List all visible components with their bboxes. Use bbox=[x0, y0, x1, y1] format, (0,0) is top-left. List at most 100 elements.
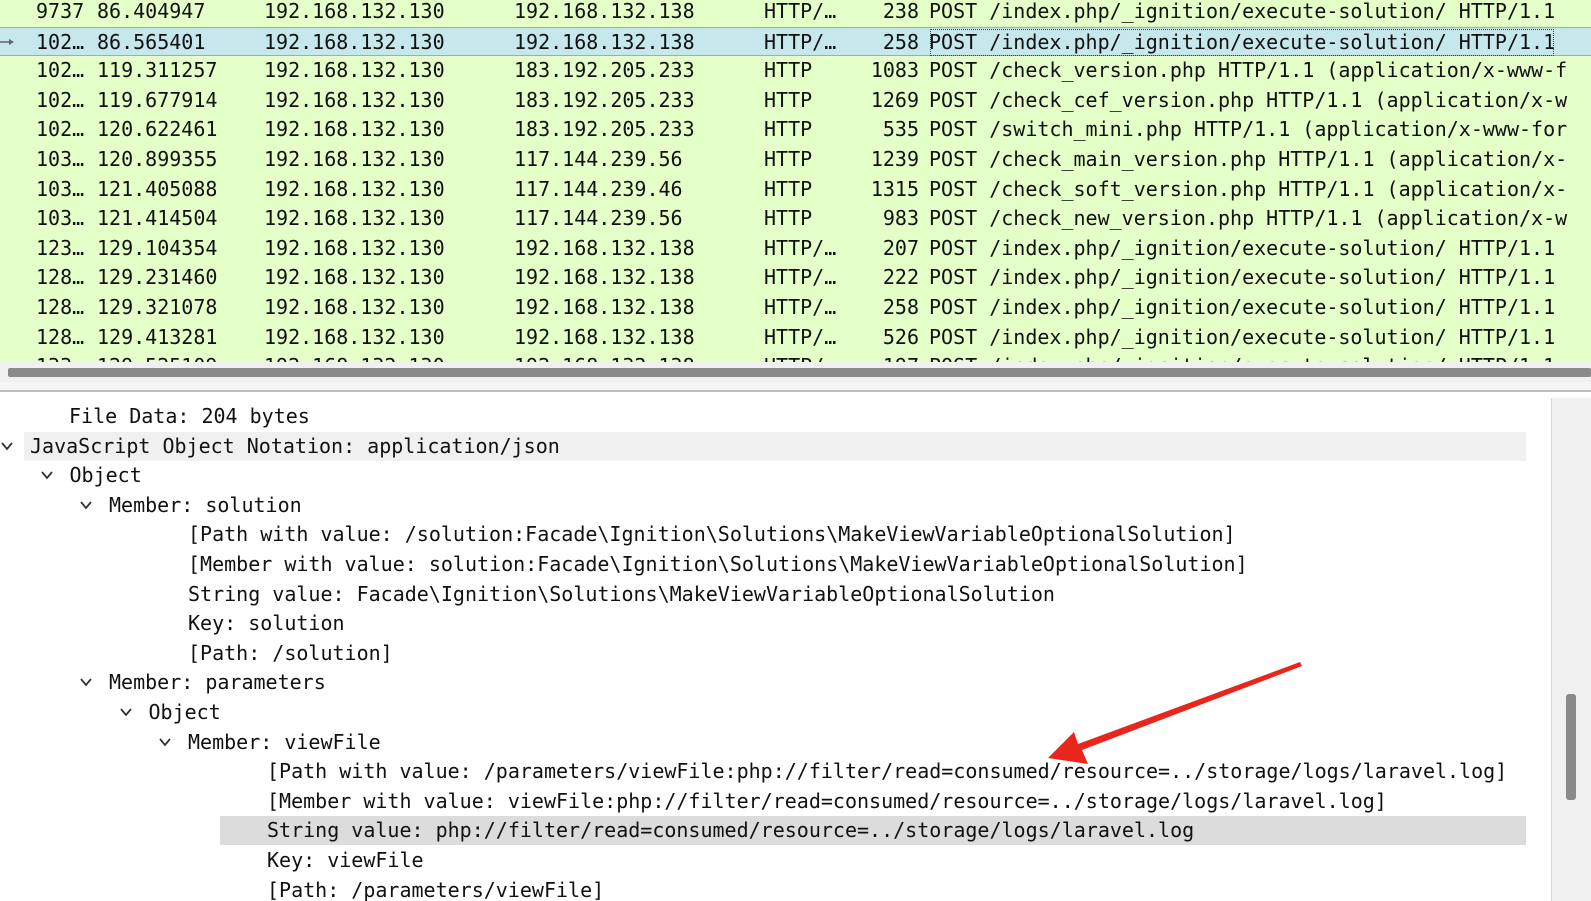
details-tree-text: Member: viewFile bbox=[188, 729, 381, 754]
packet-length: 1315 bbox=[870, 176, 919, 201]
packet-protocol: HTTP bbox=[764, 176, 813, 201]
chevron-down-icon[interactable] bbox=[158, 735, 172, 749]
details-tree-text: [Path with value: /parameters/viewFile:p… bbox=[267, 759, 1508, 784]
packet-row[interactable]: 103… 120.899355 192.168.132.130 117.144.239… bbox=[0, 145, 1591, 174]
packet-protocol: HTTP/… bbox=[764, 235, 837, 260]
chevron-down-icon[interactable] bbox=[79, 675, 93, 689]
packet-time: 121.414504 bbox=[97, 206, 218, 231]
arrow-shape bbox=[1048, 662, 1302, 764]
packet-row[interactable]: 128… 129.413281 192.168.132.130 192.168.132… bbox=[0, 322, 1591, 352]
packet-length: 535 bbox=[882, 117, 919, 142]
packet-source: 192.168.132.130 bbox=[264, 0, 445, 23]
packet-destination: 192.168.132.138 bbox=[514, 265, 695, 290]
details-tree-item[interactable]: [Path with value: /parameters/viewFile:p… bbox=[0, 757, 1551, 786]
packet-time: 120.622461 bbox=[97, 117, 218, 142]
packet-list-horizontal-scrollbar[interactable] bbox=[0, 362, 1591, 382]
details-tree-item[interactable]: [Member with value: solution:Facade\Igni… bbox=[0, 550, 1551, 579]
packet-info: POST /check_new_version.php HTTP/1.1 (ap… bbox=[929, 206, 1568, 231]
details-tree-text: String value: php://filter/read=consumed… bbox=[267, 818, 1195, 843]
details-tree-item[interactable]: Key: solution bbox=[0, 609, 1551, 638]
details-tree-text: [Path: /solution] bbox=[188, 640, 393, 665]
packet-details-tree[interactable]: File Data: 204 bytes JavaScript Object No… bbox=[0, 398, 1551, 901]
details-tree-item[interactable]: [Member with value: viewFile:php://filte… bbox=[0, 787, 1551, 816]
pane-divider-line bbox=[0, 390, 1591, 392]
details-vertical-scrollbar[interactable] bbox=[1551, 398, 1591, 901]
chevron-down-icon[interactable] bbox=[79, 498, 93, 512]
packet-number: 103… bbox=[36, 147, 85, 171]
packet-list[interactable]: 9737 86.404947 192.168.132.130 192.168.132.… bbox=[0, 0, 1591, 362]
details-tree-item[interactable]: [Path: /parameters/viewFile] bbox=[0, 876, 1551, 901]
details-tree-text: Member: solution bbox=[109, 492, 302, 517]
packet-destination: 117.144.239.46 bbox=[514, 176, 683, 201]
details-tree-item[interactable]: Object bbox=[0, 698, 1551, 727]
packet-destination: 192.168.132.138 bbox=[514, 235, 695, 260]
packet-destination: 192.168.132.138 bbox=[514, 352, 695, 362]
details-tree-text: Object bbox=[69, 463, 142, 488]
packet-number: 103… bbox=[36, 176, 85, 201]
packet-protocol: HTTP bbox=[764, 147, 813, 171]
packet-time: 121.405088 bbox=[97, 176, 218, 201]
packet-destination: 117.144.239.56 bbox=[514, 206, 683, 231]
packet-row[interactable]: 103… 121.414504 192.168.132.130 117.144.239… bbox=[0, 204, 1591, 234]
details-tree-text: Key: viewFile bbox=[267, 848, 424, 872]
packet-length: 983 bbox=[882, 206, 919, 231]
packet-info: POST /index.php/_ignition/execute-soluti… bbox=[929, 324, 1556, 349]
packet-row[interactable]: 102… 119.677914 192.168.132.130 183.192.205… bbox=[0, 85, 1591, 115]
selected-packet-arrow-icon bbox=[0, 38, 14, 45]
packet-row[interactable]: 102… 86.565401 192.168.132.130 192.168.132.… bbox=[0, 26, 1591, 56]
packet-row[interactable]: 133…129.525109 192.168.132.130 192.168.132… bbox=[0, 352, 1591, 362]
pane-splitter[interactable] bbox=[0, 382, 1591, 390]
packet-source: 192.168.132.130 bbox=[264, 87, 445, 112]
packet-length: 238 bbox=[882, 0, 919, 23]
packet-time: 119.311257 bbox=[97, 58, 218, 83]
packet-number: 9737 bbox=[36, 0, 85, 23]
packet-time: 129.231460 bbox=[97, 265, 218, 290]
packet-info: POST /check_version.php HTTP/1.1 (applic… bbox=[929, 58, 1568, 83]
details-tree-item[interactable]: Key: viewFile bbox=[0, 846, 1551, 875]
packet-time: 86.565401 bbox=[97, 29, 206, 54]
details-tree-item[interactable]: String value: php://filter/read=consumed… bbox=[220, 816, 1526, 846]
chevron-down-icon[interactable] bbox=[119, 705, 133, 719]
details-tree-item[interactable]: Member: viewFile bbox=[0, 728, 1551, 757]
details-tree-item[interactable]: Member: parameters bbox=[0, 668, 1551, 697]
packet-row[interactable]: 103… 121.405088 192.168.132.130 117.144.239… bbox=[0, 174, 1591, 204]
packet-protocol: HTTP/… bbox=[764, 324, 837, 349]
packet-length: 207 bbox=[882, 235, 919, 260]
packet-protocol: HTTP bbox=[764, 58, 813, 83]
details-tree-item[interactable]: Object bbox=[0, 461, 1551, 490]
details-tree-item[interactable]: Member: solution bbox=[0, 491, 1551, 520]
packet-source: 192.168.132.130 bbox=[264, 147, 445, 171]
packet-row[interactable]: 128… 129.231460 192.168.132.130 192.168.132… bbox=[0, 263, 1591, 293]
details-tree-item[interactable]: [Path with value: /solution:Facade\Ignit… bbox=[0, 520, 1551, 549]
packet-info: POST /check_cef_version.php HTTP/1.1 (ap… bbox=[929, 87, 1568, 112]
packet-protocol: HTTP/… bbox=[764, 352, 836, 362]
details-tree-text: [Member with value: viewFile:php://filte… bbox=[267, 788, 1387, 813]
packet-length: 1269 bbox=[870, 87, 919, 112]
details-tree-text: Member: parameters bbox=[109, 670, 326, 695]
details-tree-item[interactable]: String value: Facade\Ignition\Solutions\… bbox=[0, 580, 1551, 609]
scrollbar-thumb[interactable] bbox=[8, 368, 1591, 377]
packet-row[interactable]: 123… 129.104354 192.168.132.130 192.168.132… bbox=[0, 233, 1591, 263]
packet-time: 129.413281 bbox=[97, 324, 218, 349]
details-tree-item[interactable]: File Data: 204 bytes bbox=[0, 402, 1551, 431]
packet-source: 192.168.132.130 bbox=[264, 352, 445, 362]
packet-row[interactable]: 128… 129.321078 192.168.132.130 192.168.132… bbox=[0, 293, 1591, 322]
packet-row[interactable]: 102… 119.311257 192.168.132.130 183.192.205… bbox=[0, 56, 1591, 86]
packet-length: 526 bbox=[882, 324, 919, 349]
packet-length: 258 bbox=[882, 295, 919, 319]
packet-time: 129.104354 bbox=[97, 235, 218, 260]
red-annotation-arrow-icon bbox=[1048, 662, 1302, 764]
packet-length: 258 bbox=[882, 29, 919, 54]
scrollbar-thumb[interactable] bbox=[1566, 694, 1576, 800]
packet-source: 192.168.132.130 bbox=[264, 29, 445, 54]
chevron-down-icon[interactable] bbox=[0, 439, 14, 453]
details-tree-text: [Path with value: /solution:Facade\Ignit… bbox=[188, 522, 1236, 547]
packet-info: POST /switch_mini.php HTTP/1.1 (applicat… bbox=[929, 117, 1568, 142]
details-tree-item[interactable]: [Path: /solution] bbox=[0, 639, 1551, 668]
details-tree-text: File Data: 204 bytes bbox=[69, 404, 310, 428]
details-tree-item[interactable]: JavaScript Object Notation: application/… bbox=[1, 431, 1526, 461]
packet-source: 192.168.132.130 bbox=[264, 58, 445, 83]
chevron-down-icon[interactable] bbox=[40, 468, 54, 482]
packet-row[interactable]: 102… 120.622461 192.168.132.130 183.192.205… bbox=[0, 115, 1591, 145]
packet-row[interactable]: 9737 86.404947 192.168.132.130 192.168.132.… bbox=[0, 0, 1591, 26]
